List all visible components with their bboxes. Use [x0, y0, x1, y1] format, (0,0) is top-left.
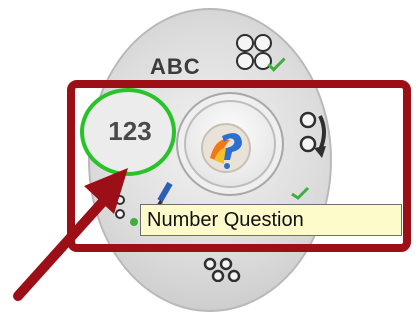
- text-question-option[interactable]: ABC: [150, 54, 201, 80]
- tooltip: Number Question: [140, 204, 402, 236]
- tooltip-text: Number Question: [147, 208, 304, 231]
- screenshot-stage: ABC 123 Number Question: [0, 0, 419, 312]
- rating-dots-icon[interactable]: [202, 256, 252, 282]
- multiple-choice-icon[interactable]: [236, 34, 288, 78]
